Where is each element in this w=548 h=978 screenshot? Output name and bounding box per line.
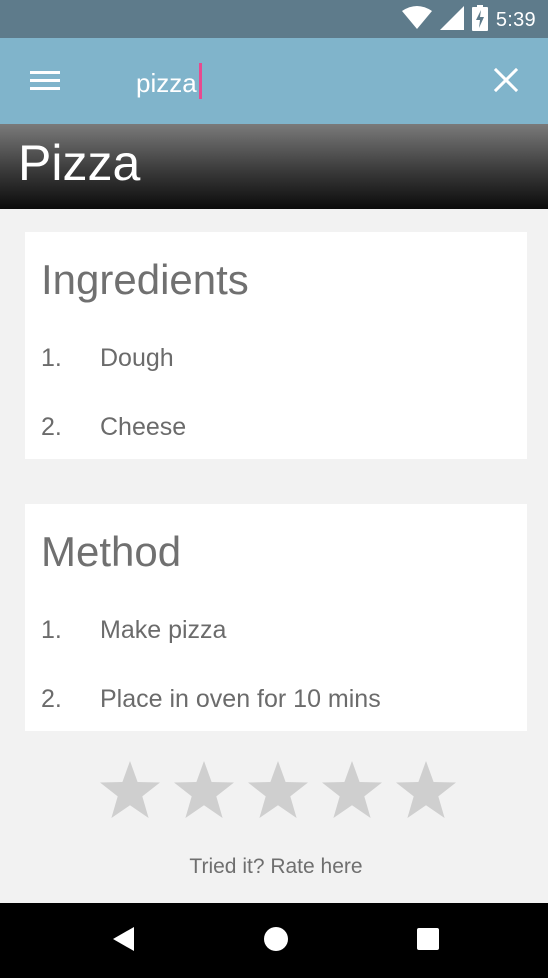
- battery-charging-icon: [471, 4, 488, 36]
- text-caret: [199, 63, 202, 99]
- list-item-text: Dough: [100, 344, 174, 372]
- star-4-icon[interactable]: [319, 758, 384, 822]
- star-1-icon[interactable]: [98, 758, 163, 822]
- list-item-text: Place in oven for 10 mins: [100, 685, 381, 713]
- status-bar: 5:39: [0, 0, 548, 38]
- star-3-icon[interactable]: [246, 758, 311, 822]
- search-input[interactable]: [136, 60, 456, 106]
- rate-label: Tried it? Rate here: [189, 855, 363, 878]
- list-item-number: 2.: [41, 413, 62, 441]
- recents-icon: [416, 927, 440, 956]
- ingredients-card: Ingredients 1. Dough 2. Cheese: [25, 232, 527, 459]
- wifi-icon: [401, 5, 432, 35]
- home-icon: [263, 926, 289, 957]
- ingredients-heading: Ingredients: [41, 256, 249, 303]
- menu-button[interactable]: [24, 62, 66, 104]
- title-banner: Pizza: [0, 124, 548, 209]
- list-item-number: 1.: [41, 344, 62, 372]
- status-icons: 5:39: [401, 4, 536, 36]
- star-2-icon[interactable]: [172, 758, 237, 822]
- recents-button[interactable]: [406, 919, 450, 963]
- list-item-text: Make pizza: [100, 616, 227, 644]
- star-rating[interactable]: [98, 758, 458, 824]
- close-button[interactable]: [486, 62, 526, 102]
- list-item-number: 2.: [41, 685, 62, 713]
- back-icon: [112, 926, 136, 957]
- app-bar: [0, 38, 548, 124]
- star-5-icon[interactable]: [393, 758, 458, 822]
- navigation-bar: [0, 903, 548, 978]
- back-button[interactable]: [102, 919, 146, 963]
- close-icon: [493, 67, 519, 97]
- list-item-text: Cheese: [100, 413, 187, 441]
- signal-icon: [439, 5, 464, 35]
- list-item-number: 1.: [41, 616, 62, 644]
- method-heading: Method: [41, 528, 182, 575]
- home-button[interactable]: [254, 919, 298, 963]
- hamburger-menu-icon: [30, 70, 60, 97]
- method-card: Method 1. Make pizza 2. Place in oven fo…: [25, 504, 527, 731]
- status-time: 5:39: [495, 8, 536, 31]
- page-title: Pizza: [18, 135, 141, 191]
